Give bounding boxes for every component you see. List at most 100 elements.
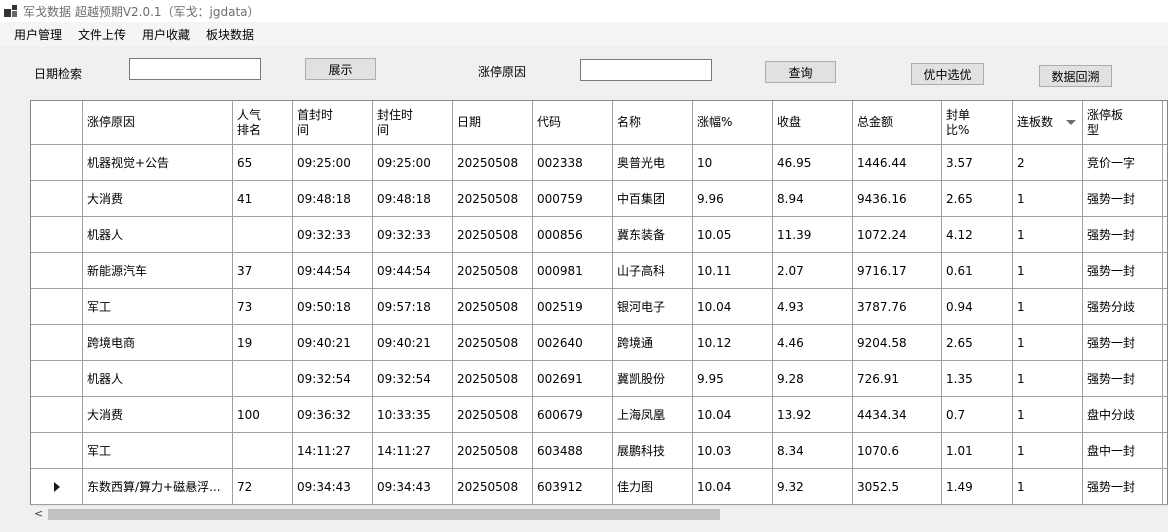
cell-close[interactable]: 11.39	[773, 217, 853, 253]
cell-popularity-rank[interactable]: 100	[233, 397, 293, 433]
cell-consecutive-boards[interactable]: 1	[1013, 217, 1083, 253]
column-header-board-type[interactable]: 涨停板 型	[1083, 101, 1163, 145]
row-header[interactable]	[31, 325, 83, 361]
table-row[interactable]: 机器人 09:32:33 09:32:33 20250508 000856 冀东装备 10.…	[31, 217, 1167, 253]
cell-total-amount[interactable]: 4434.34	[853, 397, 942, 433]
cell-close[interactable]: 46.95	[773, 145, 853, 181]
row-header[interactable]	[31, 145, 83, 181]
cell-total-amount[interactable]: 3052.5	[853, 469, 942, 505]
cell-popularity-rank[interactable]	[233, 217, 293, 253]
cell-first-seal-time[interactable]: 09:44:54	[293, 253, 373, 289]
table-row[interactable]: 军工 14:11:27 14:11:27 20250508 603488 展鹏科技 10.0…	[31, 433, 1167, 469]
cell-extra[interactable]: 1	[1163, 253, 1167, 289]
cell-consecutive-boards[interactable]: 1	[1013, 289, 1083, 325]
cell-first-seal-time[interactable]: 09:36:32	[293, 397, 373, 433]
cell-code[interactable]: 002691	[533, 361, 613, 397]
table-row[interactable]: 跨境电商 19 09:40:21 09:40:21 20250508 002640 跨境通 1…	[31, 325, 1167, 361]
cell-popularity-rank[interactable]: 72	[233, 469, 293, 505]
cell-reason[interactable]: 跨境电商	[83, 325, 233, 361]
cell-consecutive-boards[interactable]: 1	[1013, 253, 1083, 289]
cell-extra[interactable]: 1	[1163, 397, 1167, 433]
table-row[interactable]: 机器视觉+公告 65 09:25:00 09:25:00 20250508 002338 奥…	[31, 145, 1167, 181]
row-header[interactable]	[31, 433, 83, 469]
cell-seal-ratio[interactable]: 1.01	[942, 433, 1013, 469]
menu-user-management[interactable]: 用户管理	[6, 23, 70, 46]
cell-seal-ratio[interactable]: 2.65	[942, 181, 1013, 217]
cell-first-seal-time[interactable]: 09:32:33	[293, 217, 373, 253]
cell-change-pct[interactable]: 10.04	[693, 397, 773, 433]
cell-date[interactable]: 20250508	[453, 289, 533, 325]
menu-sector-data[interactable]: 板块数据	[198, 23, 262, 46]
cell-consecutive-boards[interactable]: 2	[1013, 145, 1083, 181]
cell-name[interactable]: 上海凤凰	[613, 397, 693, 433]
cell-lock-time[interactable]: 09:48:18	[373, 181, 453, 217]
cell-name[interactable]: 山子高科	[613, 253, 693, 289]
scrollbar-thumb[interactable]	[48, 509, 720, 520]
table-row[interactable]: 机器人 09:32:54 09:32:54 20250508 002691 冀凯股份 9.9…	[31, 361, 1167, 397]
cell-board-type[interactable]: 强势一封	[1083, 181, 1163, 217]
cell-extra[interactable]: 0	[1163, 361, 1167, 397]
cell-close[interactable]: 8.34	[773, 433, 853, 469]
cell-board-type[interactable]: 强势一封	[1083, 469, 1163, 505]
cell-popularity-rank[interactable]: 37	[233, 253, 293, 289]
column-header-change-pct[interactable]: 涨幅%	[693, 101, 773, 145]
cell-name[interactable]: 展鹏科技	[613, 433, 693, 469]
column-header-first-seal-time[interactable]: 首封时 间	[293, 101, 373, 145]
cell-extra[interactable]: 1	[1163, 325, 1167, 361]
cell-extra[interactable]: 0	[1163, 217, 1167, 253]
cell-close[interactable]: 8.94	[773, 181, 853, 217]
cell-seal-ratio[interactable]: 2.65	[942, 325, 1013, 361]
cell-first-seal-time[interactable]: 09:34:43	[293, 469, 373, 505]
cell-consecutive-boards[interactable]: 1	[1013, 469, 1083, 505]
cell-total-amount[interactable]: 726.91	[853, 361, 942, 397]
cell-lock-time[interactable]: 09:32:54	[373, 361, 453, 397]
cell-board-type[interactable]: 强势一封	[1083, 325, 1163, 361]
cell-popularity-rank[interactable]: 73	[233, 289, 293, 325]
table-row[interactable]: 新能源汽车 37 09:44:54 09:44:54 20250508 000981 山子高…	[31, 253, 1167, 289]
cell-code[interactable]: 002640	[533, 325, 613, 361]
row-header[interactable]	[31, 469, 83, 505]
row-header[interactable]	[31, 253, 83, 289]
cell-first-seal-time[interactable]: 09:50:18	[293, 289, 373, 325]
cell-change-pct[interactable]: 10.03	[693, 433, 773, 469]
cell-consecutive-boards[interactable]: 1	[1013, 433, 1083, 469]
cell-total-amount[interactable]: 1070.6	[853, 433, 942, 469]
table-row[interactable]: 东数西算/算力+磁悬浮... 72 09:34:43 09:34:43 20250508…	[31, 469, 1167, 505]
cell-first-seal-time[interactable]: 09:40:21	[293, 325, 373, 361]
cell-total-amount[interactable]: 3787.76	[853, 289, 942, 325]
cell-board-type[interactable]: 盘中分歧	[1083, 397, 1163, 433]
row-header[interactable]	[31, 289, 83, 325]
table-row[interactable]: 大消费 41 09:48:18 09:48:18 20250508 000759 中百集团 9…	[31, 181, 1167, 217]
column-header-name[interactable]: 名称	[613, 101, 693, 145]
cell-reason[interactable]: 机器人	[83, 361, 233, 397]
cell-date[interactable]: 20250508	[453, 325, 533, 361]
cell-board-type[interactable]: 竞价一字	[1083, 145, 1163, 181]
cell-lock-time[interactable]: 09:34:43	[373, 469, 453, 505]
row-header[interactable]	[31, 397, 83, 433]
column-header-reason[interactable]: 涨停原因	[83, 101, 233, 145]
column-header-seal-ratio[interactable]: 封单 比%	[942, 101, 1013, 145]
column-header-code[interactable]: 代码	[533, 101, 613, 145]
cell-change-pct[interactable]: 10.11	[693, 253, 773, 289]
cell-name[interactable]: 佳力图	[613, 469, 693, 505]
cell-date[interactable]: 20250508	[453, 181, 533, 217]
row-header[interactable]	[31, 217, 83, 253]
cell-date[interactable]: 20250508	[453, 469, 533, 505]
cell-name[interactable]: 奥普光电	[613, 145, 693, 181]
cell-code[interactable]: 000856	[533, 217, 613, 253]
cell-name[interactable]: 银河电子	[613, 289, 693, 325]
cell-extra[interactable]: 0	[1163, 469, 1167, 505]
data-backtest-button[interactable]: 数据回溯	[1039, 65, 1112, 87]
cell-date[interactable]: 20250508	[453, 217, 533, 253]
cell-change-pct[interactable]: 10.05	[693, 217, 773, 253]
cell-name[interactable]: 中百集团	[613, 181, 693, 217]
cell-date[interactable]: 20250508	[453, 361, 533, 397]
cell-total-amount[interactable]: 1072.24	[853, 217, 942, 253]
cell-date[interactable]: 20250508	[453, 253, 533, 289]
cell-code[interactable]: 002338	[533, 145, 613, 181]
cell-lock-time[interactable]: 09:57:18	[373, 289, 453, 325]
cell-total-amount[interactable]: 9436.16	[853, 181, 942, 217]
cell-close[interactable]: 4.93	[773, 289, 853, 325]
cell-reason[interactable]: 大消费	[83, 397, 233, 433]
cell-total-amount[interactable]: 1446.44	[853, 145, 942, 181]
